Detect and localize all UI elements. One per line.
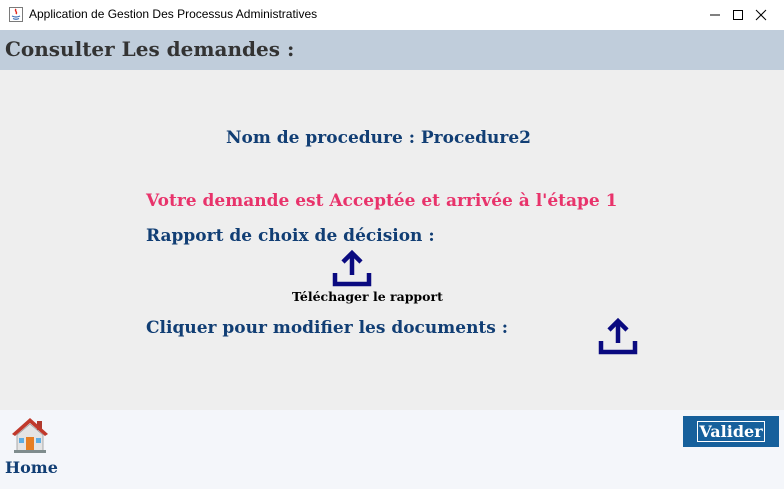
upload-documents-icon[interactable]	[596, 314, 640, 358]
home-label[interactable]: Home	[5, 458, 58, 477]
java-app-icon	[9, 7, 23, 22]
rapport-label: Rapport de choix de décision :	[146, 226, 435, 246]
window-titlebar: Application de Gestion Des Processus Adm…	[0, 0, 784, 30]
download-report-link[interactable]: Téléchager le rapport	[292, 289, 443, 304]
home-icon[interactable]	[10, 416, 50, 454]
upload-icon[interactable]	[330, 246, 374, 290]
procedure-name-label: Nom de procedure : Procedure2	[226, 128, 531, 148]
window-title: Application de Gestion Des Processus Adm…	[29, 7, 318, 21]
valider-label: Valider	[697, 421, 765, 442]
close-button[interactable]	[738, 0, 784, 30]
page-title: Consulter Les demandes :	[5, 37, 295, 61]
close-icon	[755, 9, 767, 21]
status-message: Votre demande est Acceptée et arrivée à …	[146, 191, 618, 211]
footer-bar	[0, 410, 784, 489]
modify-documents-label: Cliquer pour modifier les documents :	[146, 318, 509, 338]
valider-button[interactable]: Valider	[683, 416, 779, 447]
